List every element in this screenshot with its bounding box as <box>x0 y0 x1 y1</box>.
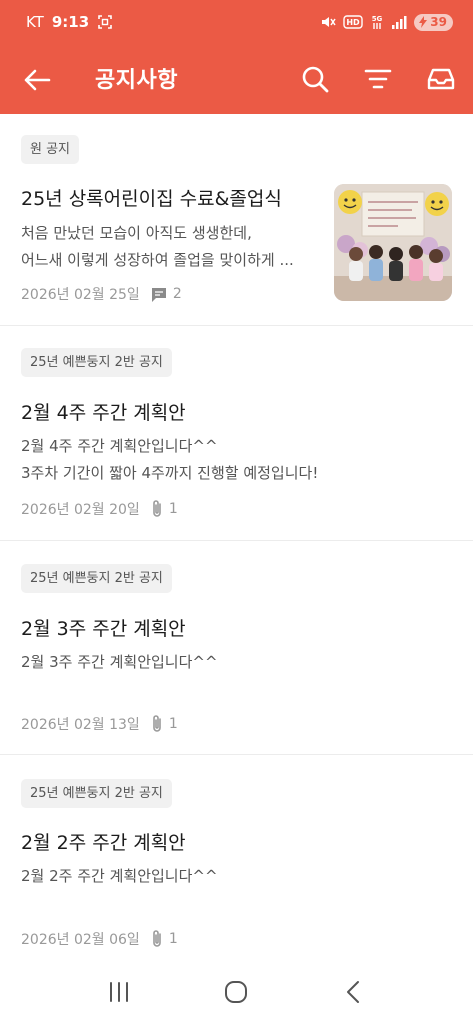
mute-icon <box>320 15 336 29</box>
notice-list: 원 공지 25년 상록어린이집 수료&졸업식 처음 만났던 모습이 아직도 생생… <box>0 114 473 975</box>
attachment-count-value: 1 <box>168 501 178 517</box>
back-arrow-icon <box>24 69 51 91</box>
attachment-count-value: 1 <box>168 716 178 732</box>
battery-indicator: 39 <box>414 13 453 31</box>
comment-icon <box>151 287 166 302</box>
notice-body-line: 2월 4주 주간 계획안입니다^^ <box>21 437 218 455</box>
notice-body-line: 2월 3주 주간 계획안입니다^^ <box>21 653 218 671</box>
notice-meta: 2026년 02월 20일 1 <box>21 499 178 519</box>
system-nav-bar <box>0 960 473 1024</box>
graduation-photo <box>334 184 452 301</box>
5g-icon: 5G <box>370 14 384 30</box>
notice-date: 2026년 02월 25일 <box>21 287 140 303</box>
filter-icon <box>364 69 392 89</box>
back-button[interactable] <box>22 65 52 95</box>
battery-level: 39 <box>430 15 447 29</box>
comment-count: 2 <box>150 286 182 303</box>
attachment-count-value: 1 <box>168 931 178 947</box>
inbox-button[interactable] <box>426 64 456 94</box>
paperclip-icon <box>153 500 161 517</box>
notice-category-badge: 25년 예쁜둥지 2반 공지 <box>21 564 172 593</box>
notice-meta: 2026년 02월 25일 2 <box>21 284 182 304</box>
home-button[interactable] <box>216 972 256 1012</box>
notice-body-line: 처음 만났던 모습이 아직도 생생한데, <box>21 224 252 242</box>
svg-text:5G: 5G <box>372 15 383 23</box>
battery-icon <box>418 16 428 28</box>
paperclip-icon <box>153 930 161 947</box>
attachment-count: 1 <box>150 499 178 519</box>
notice-title: 2월 4주 주간 계획안 <box>21 402 186 424</box>
notice-item[interactable]: 25년 예쁜둥지 2반 공지 2월 3주 주간 계획안 2월 3주 주간 계획안… <box>0 541 473 755</box>
system-back-button[interactable] <box>334 972 374 1012</box>
notice-category-badge: 25년 예쁜둥지 2반 공지 <box>21 348 172 377</box>
page-title: 공지사항 <box>95 68 178 93</box>
back-icon <box>347 981 360 1003</box>
notice-meta: 2026년 02월 13일 1 <box>21 714 178 734</box>
home-icon <box>225 981 248 1003</box>
clock: 9:13 <box>51 13 90 31</box>
notice-item[interactable]: 원 공지 25년 상록어린이집 수료&졸업식 처음 만났던 모습이 아직도 생생… <box>0 114 473 326</box>
screenshot-icon <box>97 14 113 30</box>
notice-category-badge: 25년 예쁜둥지 2반 공지 <box>21 779 172 808</box>
carrier-label: KT <box>26 13 44 31</box>
notice-body-line: 2월 2주 주간 계획안입니다^^ <box>21 867 218 885</box>
hd-icon: HD <box>343 15 363 29</box>
notice-title: 2월 3주 주간 계획안 <box>21 618 186 640</box>
notice-date: 2026년 02월 20일 <box>21 502 140 518</box>
svg-text:HD: HD <box>347 18 361 27</box>
attachment-count: 1 <box>150 714 178 734</box>
notice-meta: 2026년 02월 06일 1 <box>21 929 178 949</box>
notice-thumbnail[interactable] <box>334 184 452 301</box>
filter-button[interactable] <box>363 64 393 94</box>
signal-icon <box>391 15 407 29</box>
status-right: HD 5G 39 <box>320 13 453 31</box>
status-bar: KT 9:13 HD 5G 39 <box>0 0 473 44</box>
notice-body-line: 3주차 기간이 짧아 4주까지 진행할 예정입니다! <box>21 464 319 482</box>
search-icon <box>302 66 329 93</box>
notice-date: 2026년 02월 13일 <box>21 717 140 733</box>
comment-count-value: 2 <box>172 286 182 302</box>
inbox-icon <box>427 68 455 90</box>
notice-item[interactable]: 25년 예쁜둥지 2반 공지 2월 2주 주간 계획안 2월 2주 주간 계획안… <box>0 755 473 975</box>
notice-title: 25년 상록어린이집 수료&졸업식 <box>21 188 282 210</box>
status-left: KT 9:13 <box>26 13 113 31</box>
notice-date: 2026년 02월 06일 <box>21 932 140 948</box>
notice-title: 2월 2주 주간 계획안 <box>21 832 186 854</box>
notice-body-line: 어느새 이렇게 성장하여 졸업을 맞이하게 ... <box>21 251 294 269</box>
app-bar: 공지사항 <box>0 44 473 114</box>
recent-apps-button[interactable] <box>99 972 139 1012</box>
recent-apps-icon <box>109 982 128 1002</box>
attachment-count: 1 <box>150 929 178 949</box>
search-button[interactable] <box>300 64 330 94</box>
paperclip-icon <box>153 715 161 732</box>
notice-category-badge: 원 공지 <box>21 135 80 164</box>
notice-item[interactable]: 25년 예쁜둥지 2반 공지 2월 4주 주간 계획안 2월 4주 주간 계획안… <box>0 326 473 541</box>
